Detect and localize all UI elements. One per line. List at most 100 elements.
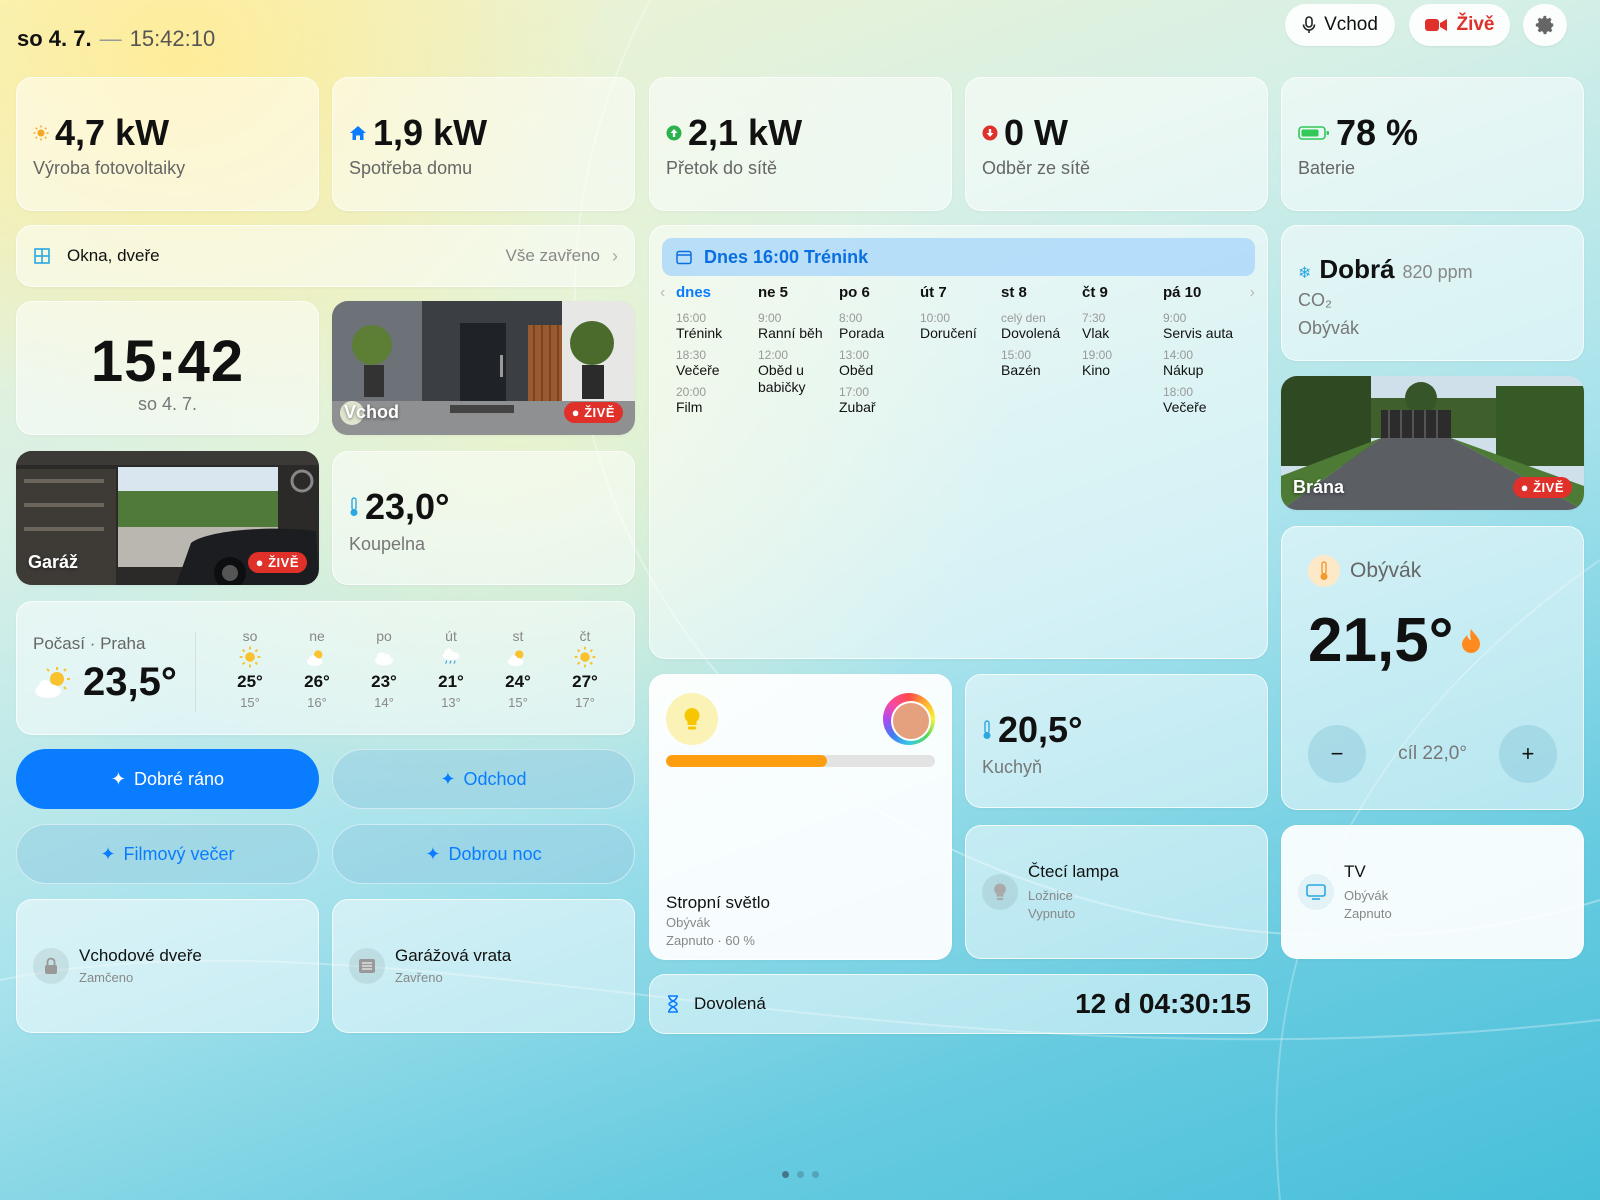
scene-morning-button[interactable]: ✦ Dobré ráno: [16, 749, 319, 809]
lock-icon: [33, 948, 69, 984]
calendar-event[interactable]: 14:00 Nákup: [1163, 348, 1243, 379]
page-indicator[interactable]: [0, 1171, 1600, 1178]
calendar-event[interactable]: 16:00 Trénink: [676, 311, 756, 342]
page-dot[interactable]: [796, 1171, 804, 1178]
forecast-high: 27°: [572, 672, 598, 691]
calendar-day-column: ne 5 9:00 Ranní běh 12:00 Oběd u babičky: [758, 284, 838, 402]
camera-brana-name: Brána: [1293, 477, 1345, 497]
calendar-event[interactable]: 17:00 Zubař: [839, 385, 919, 416]
calendar-card[interactable]: Dnes 16:00 Trénink ‹ › dnes 16:00 Trénink 1…: [649, 225, 1268, 659]
lightbulb-off-icon: [982, 874, 1018, 910]
calendar-event-time: 18:00: [1163, 385, 1194, 399]
scene-leave-button[interactable]: ✦ Odchod: [332, 749, 635, 809]
camera-garaz-card[interactable]: Garáž ● ŽIVĚ: [16, 451, 319, 585]
grid-import-card[interactable]: 0 W Odběr ze sítě: [965, 77, 1268, 211]
vacation-countdown-card[interactable]: Dovolená 12 d 04:30:15: [649, 974, 1268, 1034]
live-button[interactable]: Živě: [1409, 4, 1510, 46]
lightbulb-icon[interactable]: [666, 693, 718, 745]
calendar-next-event[interactable]: Dnes 16:00 Trénink: [662, 238, 1255, 276]
home-consumption-card[interactable]: 1,9 kW Spotřeba domu: [332, 77, 635, 211]
calendar-day-name: pá 10: [1163, 284, 1202, 301]
reading-lamp-card[interactable]: Čtecí lampa Ložnice Vypnuto: [965, 825, 1268, 959]
solar-production-card[interactable]: 4,7 kW Výroba fotovoltaiky: [16, 77, 319, 211]
reading-lamp-room: Ložnice: [1028, 888, 1073, 903]
current-date: so 4. 7.: [17, 26, 92, 51]
thermostat-card[interactable]: Obývák 21,5° − cíl 22,0° +: [1281, 526, 1584, 810]
grid-export-value: 2,1 kW: [688, 112, 803, 153]
battery-card[interactable]: 78 % Baterie: [1281, 77, 1584, 211]
ceiling-light-card[interactable]: Stropní světlo Obývák Zapnuto · 60 %: [649, 674, 952, 960]
forecast-day-name: ne: [309, 628, 325, 644]
calendar-event-time: 20:00: [676, 385, 707, 399]
forecast-high: 24°: [505, 672, 531, 691]
home-consumption-label: Spotřeba domu: [349, 158, 473, 178]
calendar-event-time: 13:00: [839, 348, 870, 362]
kuchyn-temperature-card[interactable]: 20,5° Kuchyň: [965, 674, 1268, 808]
calendar-event[interactable]: 10:00 Doručení: [920, 311, 1000, 342]
scene-movie-button[interactable]: ✦ Filmový večer: [16, 824, 319, 884]
calendar-event-title: Oběd u babičky: [758, 362, 806, 395]
battery-icon: [1298, 126, 1329, 140]
grid-export-card[interactable]: 2,1 kW Přetok do sítě: [649, 77, 952, 211]
calendar-event-time: 17:00: [839, 385, 870, 399]
co2-quality: Dobrá: [1319, 254, 1395, 284]
calendar-event-time: 10:00: [920, 311, 951, 325]
koupelna-temperature-value: 23,0°: [365, 486, 450, 527]
calendar-event-time: 19:00: [1082, 348, 1113, 362]
chevron-right-icon: ›: [612, 245, 618, 266]
settings-button[interactable]: [1523, 4, 1567, 46]
page-dot[interactable]: [781, 1171, 789, 1178]
koupelna-label: Koupelna: [349, 534, 426, 554]
calendar-event[interactable]: 12:00 Oběd u babičky: [758, 348, 838, 396]
garage-door-card[interactable]: Garážová vrata Zavřeno: [332, 899, 635, 1033]
thermostat-temperature: 21,5°: [1308, 606, 1454, 675]
partly-cloudy-icon: [306, 650, 323, 666]
kuchyn-label: Kuchyň: [982, 757, 1043, 777]
co2-card[interactable]: ❄ Dobrá 820 ppm CO₂ Obývák: [1281, 225, 1584, 361]
brightness-slider[interactable]: [666, 755, 935, 767]
calendar-event[interactable]: 9:00 Ranní běh: [758, 311, 838, 342]
chevron-right-icon[interactable]: ›: [1250, 284, 1255, 302]
calendar-icon: [676, 250, 692, 265]
calendar-event[interactable]: 20:00 Film: [676, 385, 756, 416]
microphone-icon: [1302, 16, 1316, 33]
sparkle-icon: ✦: [110, 768, 127, 789]
calendar-event[interactable]: celý den Dovolená: [1001, 311, 1081, 342]
calendar-event[interactable]: 18:00 Večeře: [1163, 385, 1243, 416]
scene-night-button[interactable]: ✦ Dobrou noc: [332, 824, 635, 884]
tv-icon: [1298, 874, 1334, 910]
scene-morning-label: Dobré ráno: [134, 768, 225, 789]
front-door-lock-card[interactable]: Vchodové dveře Zamčeno: [16, 899, 319, 1033]
decrease-temperature-button[interactable]: −: [1308, 725, 1366, 783]
openings-label: Okna, dveře: [67, 246, 160, 265]
page-dot[interactable]: [811, 1171, 819, 1178]
arrow-down-circle-icon: [982, 125, 998, 141]
color-wheel-icon[interactable]: [883, 693, 935, 745]
calendar-day-column: pá 10 9:00 Servis auta 14:00 Nákup 18:00 Večeř…: [1163, 284, 1243, 422]
calendar-event[interactable]: 19:00 Kino: [1082, 348, 1162, 379]
camera-vchod-card[interactable]: Vchod ● ŽIVĚ: [332, 301, 635, 435]
calendar-event[interactable]: 9:00 Servis auta: [1163, 311, 1243, 342]
calendar-event[interactable]: 8:00 Porada: [839, 311, 919, 342]
calendar-event[interactable]: 15:00 Bazén: [1001, 348, 1081, 379]
calendar-event-time: 7:30: [1082, 311, 1106, 325]
thermometer-icon: [350, 497, 358, 516]
tv-card[interactable]: TV Obývák Zapnuto: [1281, 825, 1584, 959]
calendar-event[interactable]: 7:30 Vlak: [1082, 311, 1162, 342]
scene-night-label: Dobrou noc: [448, 843, 542, 864]
date-separator: —: [99, 26, 122, 51]
forecast-day: st 24° 15°: [493, 628, 543, 710]
camera-brana-card[interactable]: Brána ● ŽIVĚ: [1281, 376, 1584, 510]
snowflake-icon: ❄: [1298, 265, 1312, 282]
calendar-day-column: čt 9 7:30 Vlak 19:00 Kino: [1082, 284, 1162, 385]
chevron-left-icon[interactable]: ‹: [660, 284, 665, 302]
increase-temperature-button[interactable]: +: [1498, 725, 1557, 783]
weather-card[interactable]: Počasí · Praha 23,5° so 25° 15° ne 26° 1…: [16, 601, 635, 735]
calendar-event[interactable]: 18:30 Večeře: [676, 348, 756, 379]
garage-door-status: Zavřeno: [395, 970, 443, 985]
forecast-day: po 23° 14°: [359, 628, 409, 710]
openings-card[interactable]: Okna, dveře Vše zavřeno ›: [16, 225, 635, 287]
calendar-event[interactable]: 13:00 Oběd: [839, 348, 919, 379]
koupelna-temperature-card[interactable]: 23,0° Koupelna: [332, 451, 635, 585]
camera-vchod-button[interactable]: Vchod: [1285, 4, 1395, 46]
